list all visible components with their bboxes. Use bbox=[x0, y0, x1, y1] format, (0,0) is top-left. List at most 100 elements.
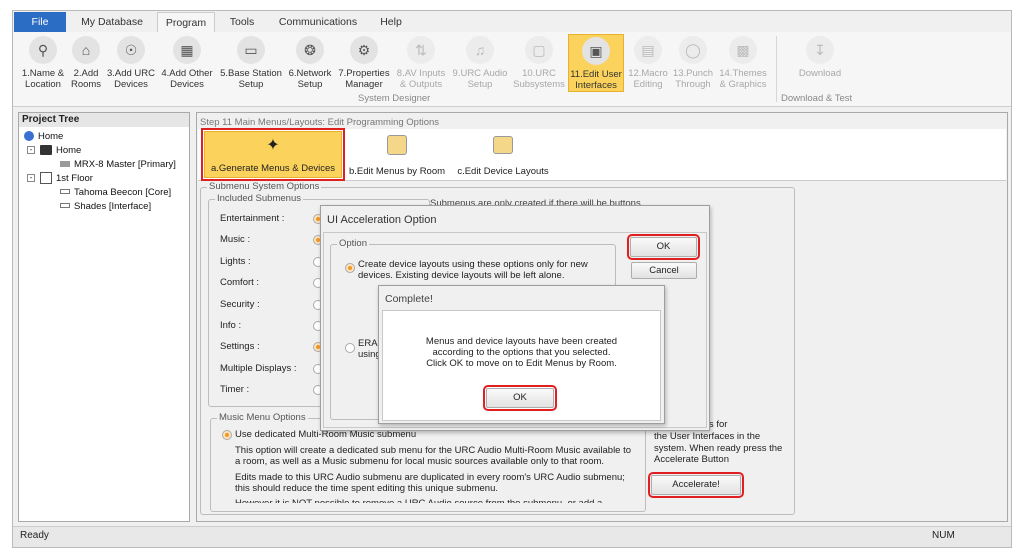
interface-icon bbox=[60, 189, 70, 194]
ribbon-label: 2.Add bbox=[73, 68, 99, 79]
group-label-download-test: Download & Test bbox=[781, 93, 853, 104]
status-bar bbox=[13, 526, 1011, 547]
music-desc: Edits made to this URC Audio submenu are… bbox=[235, 472, 625, 483]
ribbon-label: 5.Base Station bbox=[220, 68, 282, 79]
submenu-label: Multiple Displays : bbox=[220, 362, 297, 374]
av-io-icon: ⇅ bbox=[407, 36, 435, 64]
tab-my-database[interactable]: My Database bbox=[72, 12, 152, 32]
ribbon-label: 8.AV Inputs bbox=[396, 68, 446, 79]
tree-item-home-root[interactable]: Home bbox=[38, 131, 63, 142]
accel-cancel-button[interactable]: Cancel bbox=[631, 262, 697, 279]
ribbon-label: Devices bbox=[170, 78, 204, 90]
edit-layout-icon bbox=[493, 136, 513, 154]
help-text: Accelerate Button bbox=[654, 454, 729, 465]
ribbon-separator bbox=[776, 36, 777, 102]
multiroom-music-radio[interactable] bbox=[222, 430, 232, 440]
breadcrumb: Step 11 Main Menus/Layouts: Edit Program… bbox=[200, 117, 440, 128]
ribbon-button-8[interactable]: ⇅ 8.AV Inputs & Outputs bbox=[394, 34, 448, 92]
new-devices-only-radio[interactable] bbox=[345, 263, 355, 273]
erase-radio[interactable] bbox=[345, 343, 355, 353]
ribbon-label: 1.Name & bbox=[21, 68, 65, 79]
collapse-icon[interactable]: - bbox=[27, 174, 35, 182]
ribbon-button-10[interactable]: ▢ 10.URC Subsystems bbox=[511, 34, 567, 92]
themes-icon: ▩ bbox=[729, 36, 757, 64]
floor-icon bbox=[40, 172, 52, 184]
submenu-label: Timer : bbox=[220, 384, 250, 396]
ribbon-label: Through bbox=[675, 78, 711, 90]
macro-icon: ▤ bbox=[634, 36, 662, 64]
group-label-system-designer: System Designer bbox=[358, 93, 431, 104]
ribbon-label: 4.Add Other bbox=[161, 68, 213, 79]
properties-icon: ⚙ bbox=[350, 36, 378, 64]
collapse-icon[interactable]: - bbox=[27, 146, 35, 154]
tree-item-1st-floor[interactable]: 1st Floor bbox=[56, 173, 93, 184]
ribbon-label: 13.Punch bbox=[672, 68, 714, 79]
tab-file[interactable]: File bbox=[14, 12, 66, 32]
location-icon: ⚲ bbox=[29, 36, 57, 64]
ribbon-button-9[interactable]: ♫ 9.URC Audio Setup bbox=[450, 34, 510, 92]
edit-layouts-label: c.Edit Device Layouts bbox=[457, 166, 549, 177]
complete-message: according to the options that you select… bbox=[432, 347, 611, 358]
complete-message: Click OK to move on to Edit Menus by Roo… bbox=[426, 358, 617, 369]
ribbon-button-12[interactable]: ▤ 12.Macro Editing bbox=[626, 34, 670, 92]
ribbon-button-6[interactable]: ❂ 6.Network Setup bbox=[285, 34, 335, 92]
punch-through-icon: ◯ bbox=[679, 36, 707, 64]
tree-item-mrx8[interactable]: MRX-8 Master [Primary] bbox=[74, 159, 176, 170]
ribbon-label: Setup bbox=[297, 78, 323, 90]
edit-menus-label: b.Edit Menus by Room bbox=[348, 166, 446, 177]
ribbon-button-7[interactable]: ⚙ 7.Properties Manager bbox=[336, 34, 392, 92]
new-devices-only-label: devices. Existing device layouts will be… bbox=[358, 270, 565, 281]
ribbon-label: Devices bbox=[114, 78, 148, 90]
submenu-label: Security : bbox=[220, 298, 260, 310]
ribbon-label: Download bbox=[798, 68, 842, 79]
ribbon-button-13[interactable]: ◯ 13.Punch Through bbox=[671, 34, 715, 92]
tab-program[interactable]: Program bbox=[157, 12, 215, 32]
ribbon-label: Subsystems bbox=[513, 78, 565, 90]
ribbon-button-14[interactable]: ▩ 14.Themes & Graphics bbox=[716, 34, 770, 92]
complete-ok-button[interactable]: OK bbox=[483, 385, 557, 411]
ribbon-label: 11.Edit User bbox=[570, 69, 622, 80]
download-icon: ↧ bbox=[806, 36, 834, 64]
ribbon-label: 10.URC bbox=[522, 68, 556, 79]
ribbon-button-3[interactable]: ☉ 3.Add URC Devices bbox=[106, 34, 156, 92]
tree-item-home[interactable]: Home bbox=[56, 145, 81, 156]
music-desc: this should reduce the time spent editin… bbox=[235, 483, 498, 494]
ribbon-label: 12.Macro bbox=[628, 68, 668, 79]
generate-menus-button[interactable]: ✦ a.Generate Menus & Devices bbox=[201, 128, 345, 181]
tree-item-tahoma[interactable]: Tahoma Beecon [Core] bbox=[74, 187, 171, 198]
subsystems-icon: ▢ bbox=[525, 36, 553, 64]
accelerate-button[interactable]: Accelerate! bbox=[648, 472, 744, 498]
ribbon-button-4[interactable]: ▦ 4.Add Other Devices bbox=[157, 34, 217, 92]
tree-item-shades[interactable]: Shades [Interface] bbox=[74, 201, 151, 212]
tab-help[interactable]: Help bbox=[370, 12, 412, 32]
ribbon-label: 7.Properties bbox=[338, 68, 390, 79]
edit-device-layouts-button[interactable]: c.Edit Device Layouts bbox=[454, 131, 552, 178]
ribbon-label: 9.URC Audio bbox=[452, 68, 508, 79]
ribbon-label: Setup bbox=[467, 78, 493, 90]
help-text: the User Interfaces in the bbox=[654, 431, 761, 442]
status-text: Ready bbox=[20, 530, 49, 541]
accel-ok-button[interactable]: OK bbox=[627, 234, 700, 260]
tab-communications[interactable]: Communications bbox=[272, 12, 364, 32]
music-desc: However it is NOT possible to remove a U… bbox=[235, 498, 602, 503]
ribbon-button-2[interactable]: ⌂ 2.Add Rooms bbox=[66, 34, 106, 92]
globe-icon bbox=[24, 131, 34, 141]
submenu-label: Comfort : bbox=[220, 277, 260, 289]
ribbon-button-15[interactable]: ↧ Download bbox=[790, 34, 850, 92]
ribbon-button-11[interactable]: ▣ 11.Edit User Interfaces bbox=[568, 34, 624, 92]
base-station-icon: ▭ bbox=[237, 36, 265, 64]
network-icon: ❂ bbox=[296, 36, 324, 64]
home-icon bbox=[40, 145, 52, 155]
edit-menus-by-room-button[interactable]: b.Edit Menus by Room bbox=[345, 131, 449, 178]
project-tree-header: Project Tree bbox=[19, 113, 189, 127]
complete-message: Menus and device layouts have been creat… bbox=[425, 336, 618, 347]
ribbon-button-1[interactable]: ⚲ 1.Name & Location bbox=[20, 34, 66, 92]
submenu-label: Lights : bbox=[220, 255, 251, 267]
ribbon-label: Manager bbox=[345, 78, 383, 90]
num-lock-indicator: NUM bbox=[932, 530, 955, 541]
ribbon-label: & Outputs bbox=[399, 78, 443, 90]
submenu-label: Music : bbox=[220, 234, 251, 246]
ribbon-button-5[interactable]: ▭ 5.Base Station Setup bbox=[218, 34, 284, 92]
tab-tools[interactable]: Tools bbox=[220, 12, 264, 32]
interface-icon bbox=[60, 203, 70, 208]
